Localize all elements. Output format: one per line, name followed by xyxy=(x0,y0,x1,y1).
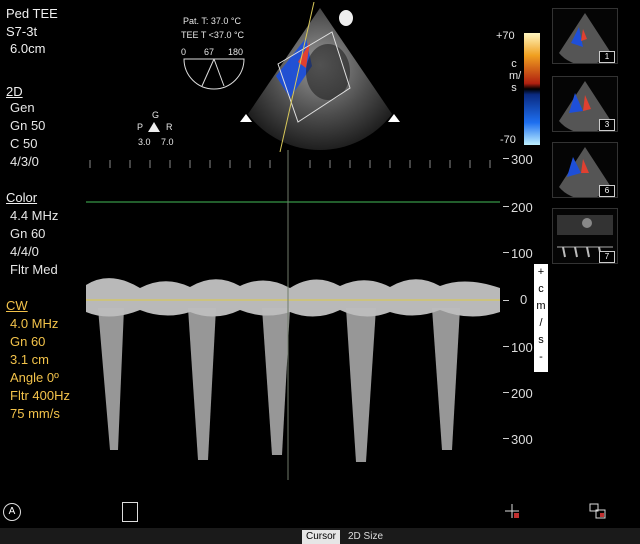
thumbnail-clip[interactable]: 3 xyxy=(552,76,618,134)
doppler-spectrum[interactable] xyxy=(0,150,545,480)
velocity-tick-neg300: 300 xyxy=(511,432,533,447)
probe-label: S7-3t xyxy=(6,24,38,39)
mode-2d-line: C 50 xyxy=(10,136,38,151)
color-scale-min: -70 xyxy=(500,134,516,146)
orientation-top: G xyxy=(152,110,160,120)
depth-label: 6.0cm xyxy=(10,41,46,56)
sector-marker-icon xyxy=(339,10,353,26)
orientation-left: P xyxy=(137,122,144,132)
mode-2d-line: Gn 50 xyxy=(10,118,46,133)
velocity-tick-300: 300 xyxy=(511,152,533,167)
mode-2d-line: Gen xyxy=(10,100,35,115)
a-badge[interactable]: A xyxy=(3,503,21,521)
orientation-marker-icon xyxy=(148,122,160,132)
velocity-tick-neg200: 200 xyxy=(511,386,533,401)
velocity-unit-char: s xyxy=(538,334,544,346)
orientation-right-value: 7.0 xyxy=(161,137,174,147)
velocity-unit-char: c xyxy=(538,283,544,295)
velocity-tick-100: 100 xyxy=(511,246,533,261)
mode-2d-title: 2D xyxy=(6,84,23,99)
thumbnail-number: 1 xyxy=(599,51,615,63)
velocity-tick-200: 200 xyxy=(511,200,533,215)
color-scale-max: +70 xyxy=(496,30,515,42)
sector-image[interactable] xyxy=(236,2,404,152)
frame-icon[interactable] xyxy=(122,502,138,522)
crosshair-icon[interactable] xyxy=(503,502,521,520)
orientation-left-value: 3.0 xyxy=(138,137,151,147)
patient-temp: Pat. T: 37.0 °C xyxy=(183,16,241,26)
thumbnail-clip[interactable]: 1 xyxy=(552,8,618,66)
velocity-unit-box: + c m / s - xyxy=(534,264,548,372)
thumbnail-number: 3 xyxy=(599,119,615,131)
color-scale-bar xyxy=(524,33,540,145)
thumbnail-clip[interactable]: 6 xyxy=(552,142,618,200)
thumbnail-clip[interactable]: 7 xyxy=(552,208,618,264)
velocity-unit-char: / xyxy=(539,317,543,329)
tee-temp: TEE T <37.0 °C xyxy=(181,30,245,40)
velocity-tick-0: 0 xyxy=(520,292,528,307)
velocity-unit-char: m xyxy=(536,300,546,312)
split-view-icon[interactable] xyxy=(588,502,608,520)
orientation-right: R xyxy=(166,122,173,132)
thumbnail-number: 7 xyxy=(599,251,615,263)
velocity-tick-neg100: 100 xyxy=(511,340,533,355)
velocity-unit-char: - xyxy=(539,351,543,363)
thumbnail-number: 6 xyxy=(599,185,615,197)
2d-size-button[interactable]: 2D Size xyxy=(344,530,387,544)
cursor-button[interactable]: Cursor xyxy=(302,530,341,544)
velocity-unit-char: + xyxy=(537,266,545,278)
color-scale-unit: cm/s xyxy=(509,58,522,94)
preset-label: Ped TEE xyxy=(6,6,58,21)
